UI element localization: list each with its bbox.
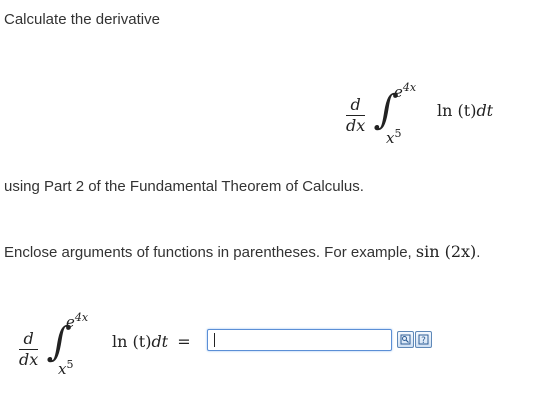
format-example: sin (2x) <box>415 242 477 261</box>
answer-derivative-operator: d dx <box>19 329 39 369</box>
answer-d-numerator: d <box>23 329 34 348</box>
answer-upper-limit: e4x <box>66 311 89 331</box>
svg-text:?: ? <box>421 336 426 346</box>
instruction-method: using Part 2 of the Fundamental Theorem … <box>4 178 364 195</box>
preview-icon[interactable] <box>397 331 414 348</box>
answer-input[interactable] <box>207 329 392 351</box>
equation-help-icon[interactable]: ? <box>415 331 432 348</box>
answer-lower-limit: x5 <box>58 358 74 378</box>
lower-limit: x5 <box>386 127 402 147</box>
upper-limit: e4x <box>394 81 417 101</box>
equals-sign: = <box>177 332 191 351</box>
format-hint-text: Enclose arguments of functions in parent… <box>4 244 416 261</box>
answer-dx-denominator: dx <box>19 350 39 369</box>
instruction-format: Enclose arguments of functions in parent… <box>4 242 481 262</box>
integrand: ln (t)dt <box>437 101 494 120</box>
dx-denominator: dx <box>346 116 366 135</box>
answer-integrand: ln (t)dt = <box>112 332 191 351</box>
text-caret <box>214 333 215 347</box>
instruction-title: Calculate the derivative <box>4 11 160 28</box>
d-numerator: d <box>350 95 361 114</box>
derivative-operator: d dx <box>346 95 366 135</box>
